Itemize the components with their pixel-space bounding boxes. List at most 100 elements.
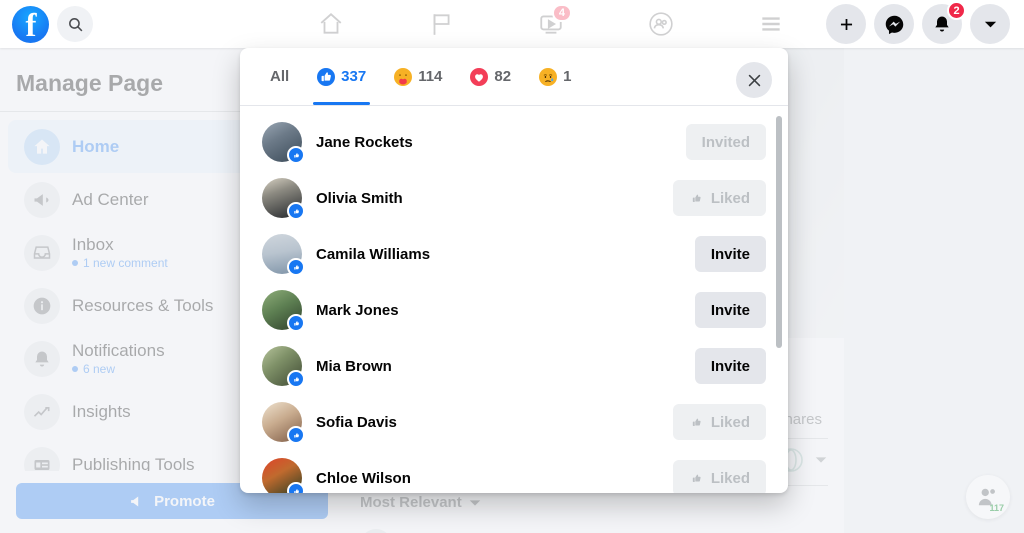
avatar[interactable] [262, 346, 305, 388]
like-thumb-icon [287, 202, 305, 220]
sidebar-item-label: Notifications [72, 341, 165, 360]
chevron-down-icon[interactable] [814, 453, 828, 471]
action-label: Invite [710, 357, 750, 375]
bell-icon [24, 340, 60, 377]
sidebar-item-sublabel: 1 new comment [83, 256, 168, 270]
facebook-page-manager: Boost Post omments 150 Shares Share [0, 0, 1024, 533]
person-name: Jane Rockets [316, 133, 413, 151]
thumb-icon [692, 418, 701, 426]
topbar-nav-tabs: 4 [276, 0, 826, 48]
avatar[interactable] [262, 458, 305, 493]
megaphone-icon [24, 181, 60, 218]
like-thumb-icon [287, 146, 305, 164]
messenger-button[interactable] [874, 4, 914, 44]
tab-care-count: 114 [418, 68, 443, 85]
person-name: Mark Jones [316, 301, 399, 319]
sorter-label: Most Relevant [360, 494, 462, 511]
thumb-icon [692, 474, 701, 482]
tab-all[interactable]: All [256, 48, 303, 105]
liked-button: Liked [672, 404, 766, 440]
comment-composer[interactable]: Comment as Fuum [344, 519, 844, 533]
action-label: Invite [710, 301, 750, 319]
reactions-dialog: All 337 114 82 1 Jane Rockets Invited Ol… [240, 48, 788, 493]
person-name: Sofia Davis [316, 413, 397, 431]
tab-care[interactable]: 114 [380, 48, 456, 105]
reactions-people-list[interactable]: Jane Rockets Invited Olivia Smith Liked [240, 106, 788, 493]
like-thumb-icon [317, 67, 336, 86]
reactions-tabbar: All 337 114 82 1 [240, 48, 788, 106]
avatar[interactable] [262, 234, 305, 276]
nav-tab-home[interactable] [276, 0, 386, 48]
sad-face-icon [539, 67, 558, 86]
person-name: Mia Brown [316, 357, 392, 375]
invite-button[interactable]: Invite [694, 348, 766, 384]
tab-sad[interactable]: 1 [525, 48, 585, 105]
avatar[interactable] [262, 122, 305, 164]
status-dot [72, 260, 78, 266]
watch-badge: 4 [551, 4, 572, 22]
search-icon[interactable] [57, 6, 93, 42]
list-item[interactable]: Sofia Davis Liked [240, 394, 788, 450]
sidebar-item-badge: 6 new [72, 362, 165, 376]
inbox-icon [24, 234, 60, 271]
person-name: Olivia Smith [316, 189, 403, 207]
promote-label: Promote [154, 492, 215, 510]
top-navigation-bar: f 4 2 [0, 0, 1024, 48]
account-menu-button[interactable] [970, 4, 1010, 44]
tab-like-count: 337 [341, 68, 367, 85]
invite-button[interactable]: Invite [694, 236, 766, 272]
like-thumb-icon [287, 426, 305, 444]
nav-tab-groups[interactable] [606, 0, 716, 48]
avatar[interactable] [262, 178, 305, 220]
action-label: Invited [701, 133, 750, 151]
nav-tab-pages[interactable] [386, 0, 496, 48]
like-thumb-icon [287, 258, 305, 276]
sidebar-item-label: Home [72, 136, 120, 156]
action-label: Liked [710, 189, 750, 207]
topbar-right: 2 [826, 1, 1024, 44]
chat-widget-button[interactable]: 117 [966, 475, 1010, 519]
sidebar-item-label: Insights [72, 401, 131, 421]
action-label: Liked [710, 469, 750, 487]
avatar[interactable] [262, 290, 305, 332]
person-name: Chloe Wilson [316, 469, 411, 487]
like-thumb-icon [287, 370, 305, 388]
invite-button[interactable]: Invite [694, 292, 766, 328]
modal-scrollbar-thumb[interactable] [776, 116, 782, 348]
liked-button: Liked [672, 180, 766, 216]
thumb-icon [692, 194, 701, 202]
like-thumb-icon [287, 314, 305, 332]
action-label: Liked [710, 413, 750, 431]
nav-tab-watch[interactable]: 4 [496, 0, 606, 48]
topbar-left: f [0, 5, 276, 43]
nav-tab-menu[interactable] [716, 0, 826, 48]
list-item[interactable]: Chloe Wilson Liked [240, 450, 788, 493]
close-icon[interactable] [736, 62, 772, 98]
person-name: Camila Williams [316, 245, 431, 263]
like-thumb-icon [287, 482, 305, 493]
list-item[interactable]: Camila Williams Invite [240, 226, 788, 282]
tab-love[interactable]: 82 [456, 48, 525, 105]
liked-button: Liked [672, 460, 766, 493]
tab-like[interactable]: 337 [303, 48, 380, 105]
sidebar-item-label: Resources & Tools [72, 295, 214, 315]
notifications-button[interactable]: 2 [922, 1, 966, 44]
tab-love-count: 82 [494, 68, 512, 85]
sidebar-item-label: Ad Center [72, 189, 149, 209]
facebook-logo-icon[interactable]: f [12, 5, 49, 43]
create-button[interactable] [826, 4, 866, 44]
sidebar-item-sublabel: 6 new [83, 362, 116, 376]
avatar[interactable] [262, 402, 305, 444]
status-dot [72, 366, 78, 372]
avatar [360, 529, 392, 533]
reaction-tabs: All 337 114 82 1 [256, 48, 585, 105]
tab-sad-count: 1 [563, 68, 572, 85]
chat-active-count: 117 [989, 503, 1004, 513]
invite-button: Invited [685, 124, 766, 160]
list-item[interactable]: Jane Rockets Invited [240, 114, 788, 170]
list-item[interactable]: Olivia Smith Liked [240, 170, 788, 226]
list-item[interactable]: Mia Brown Invite [240, 338, 788, 394]
action-label: Invite [710, 245, 750, 263]
notifications-badge: 2 [947, 1, 966, 20]
list-item[interactable]: Mark Jones Invite [240, 282, 788, 338]
